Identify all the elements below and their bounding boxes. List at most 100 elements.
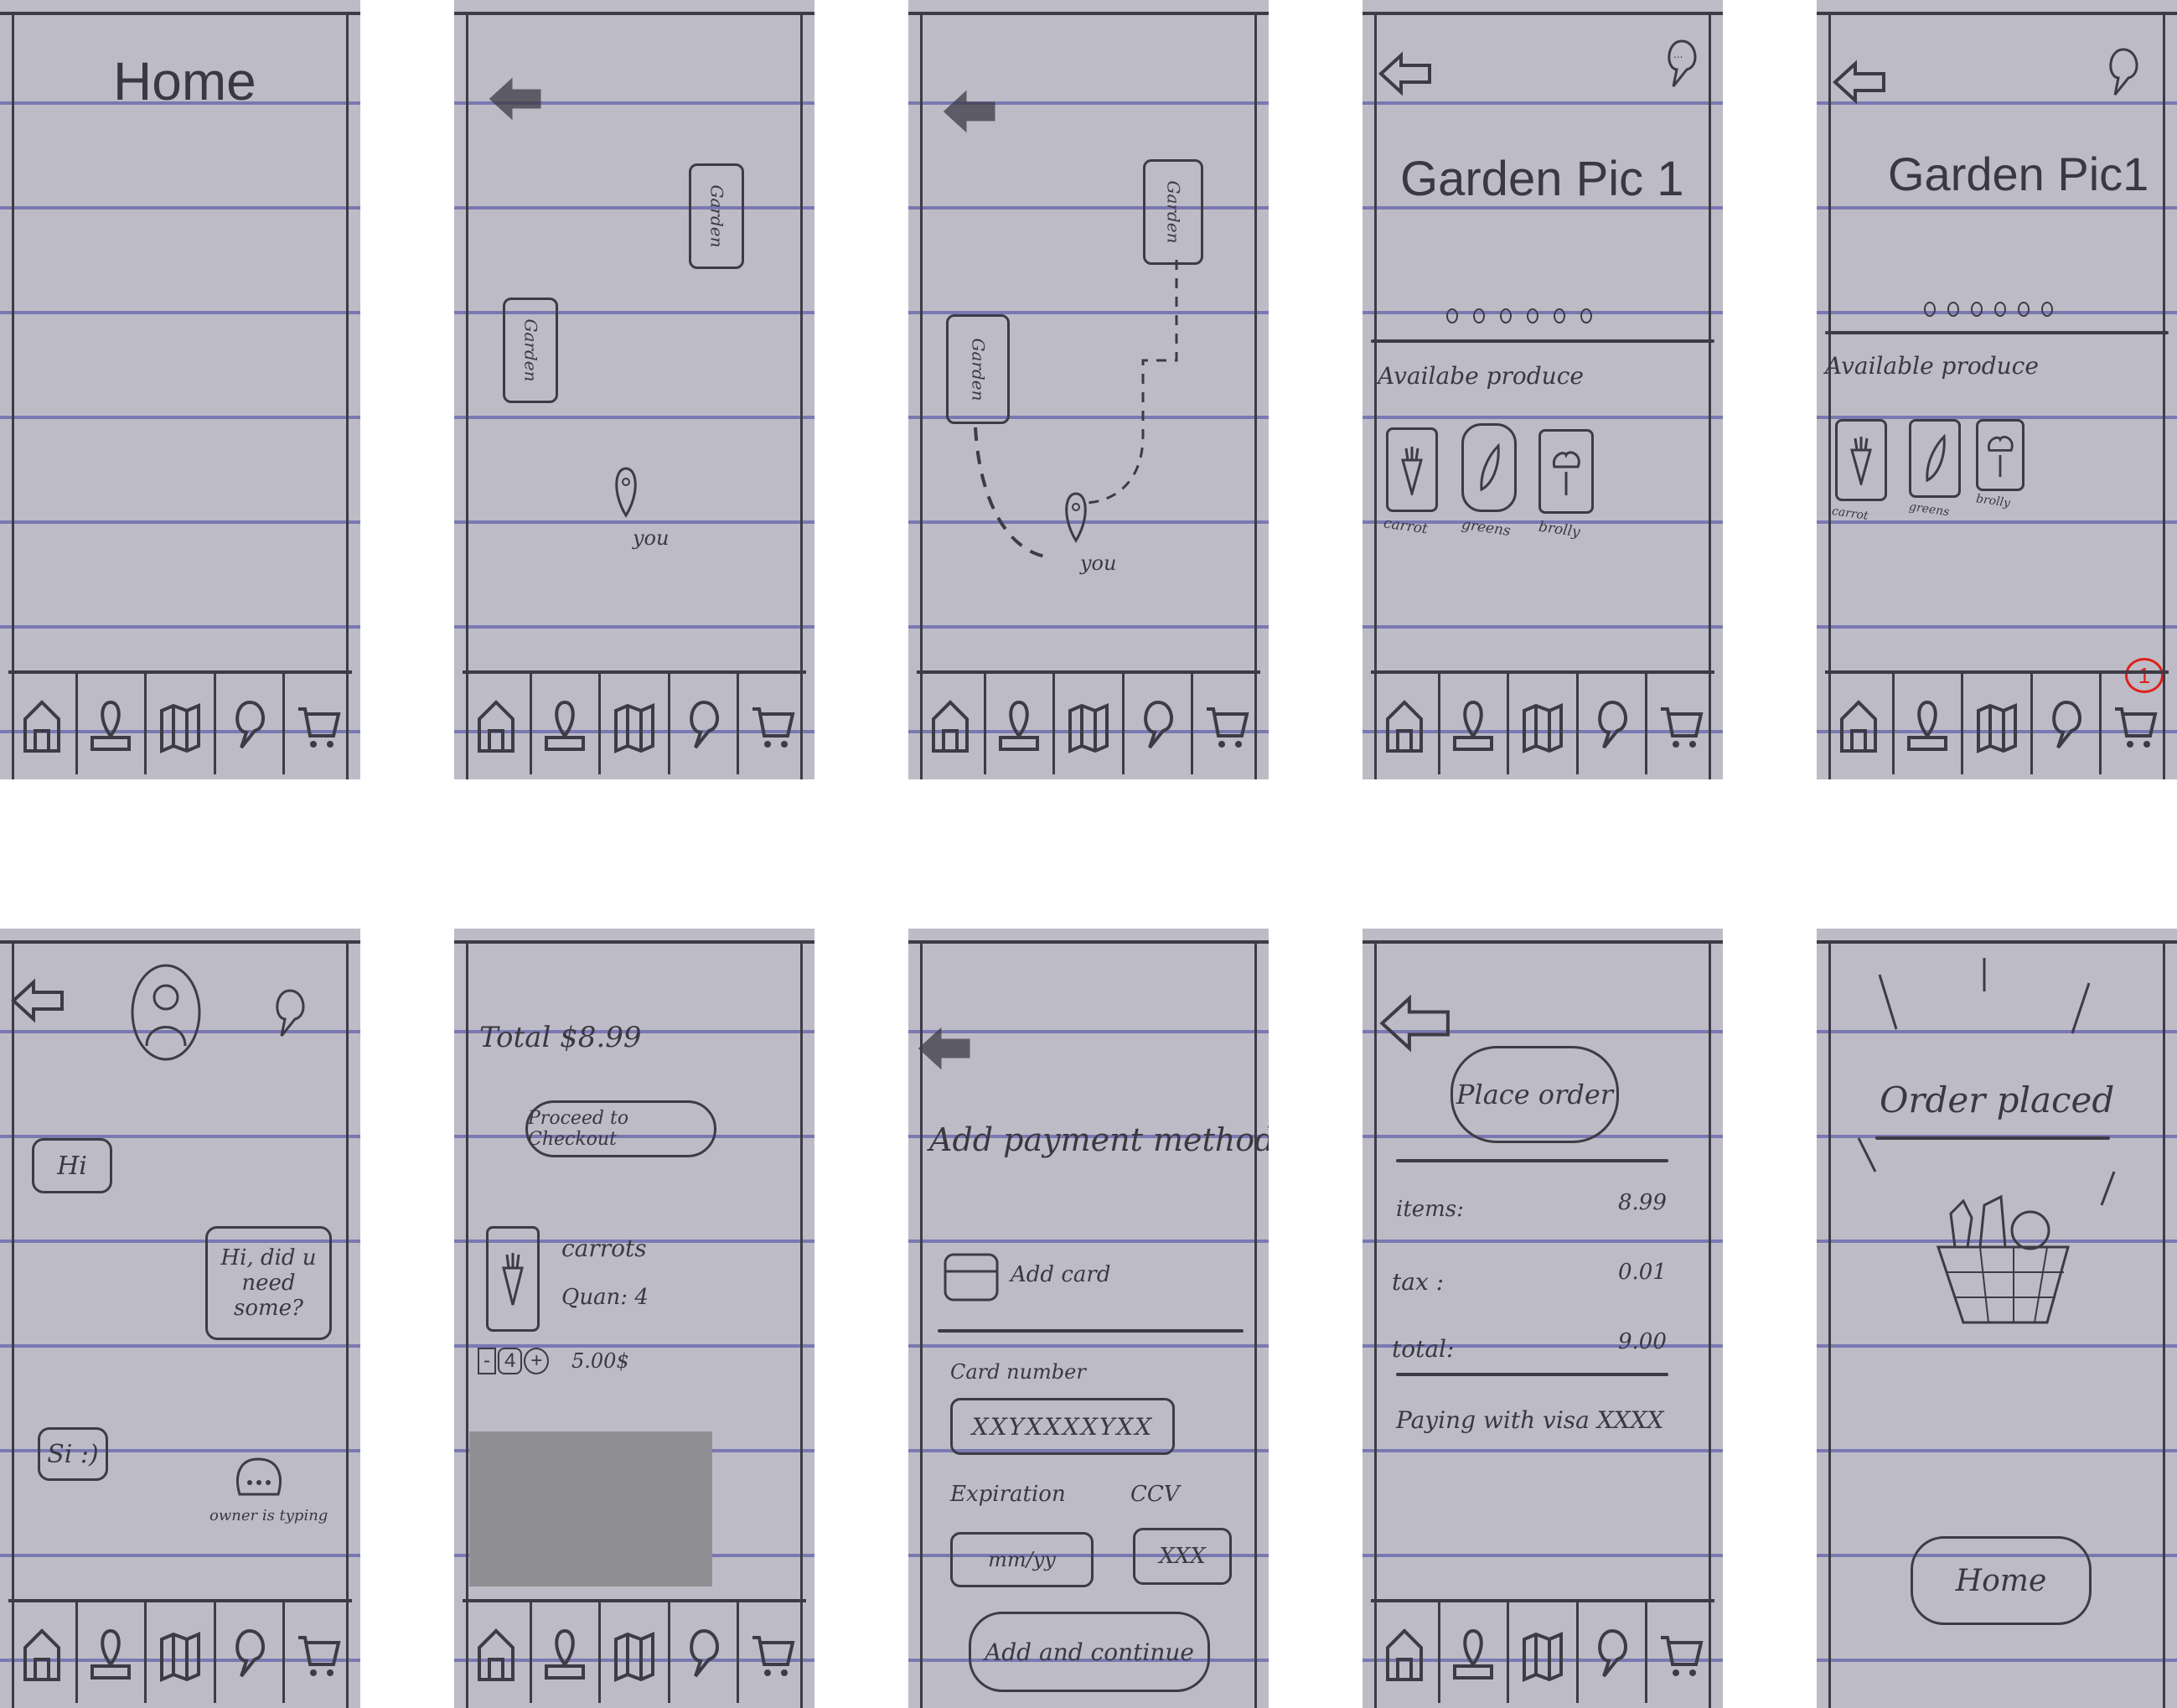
- screen-order-placed: Order placed Home: [1817, 929, 2177, 1708]
- stepper-increment[interactable]: +: [524, 1348, 550, 1374]
- cart-item-image: [486, 1226, 540, 1332]
- nav-gardens[interactable]: [601, 1602, 670, 1703]
- carousel-dot[interactable]: [1580, 308, 1592, 323]
- nav-chat[interactable]: [1125, 674, 1194, 774]
- screen-map: Garden Garden you: [454, 0, 814, 779]
- card-number-field[interactable]: XXYXXXXYXX: [950, 1398, 1175, 1455]
- produce-item-greens[interactable]: [1461, 423, 1517, 512]
- nav-cart[interactable]: [2102, 674, 2169, 774]
- nav-home[interactable]: [1371, 674, 1440, 774]
- back-arrow-icon[interactable]: [488, 75, 545, 122]
- place-order-button[interactable]: Place order: [1450, 1046, 1619, 1143]
- nav-cart[interactable]: [1193, 674, 1260, 774]
- nav-home[interactable]: [8, 1602, 78, 1703]
- nav-cart[interactable]: [1647, 674, 1714, 774]
- nav-cart[interactable]: [285, 674, 352, 774]
- home-icon: [1385, 700, 1423, 753]
- nav-chat[interactable]: [1579, 674, 1648, 774]
- produce-item-carrot[interactable]: [1835, 419, 1887, 501]
- produce-item-broccoli[interactable]: [1976, 419, 2024, 491]
- carousel-dot[interactable]: [2018, 302, 2030, 317]
- chat-icon: [1143, 700, 1173, 749]
- nav-cart[interactable]: [1647, 1602, 1714, 1703]
- proceed-to-checkout-button[interactable]: Proceed to Checkout: [525, 1100, 716, 1157]
- greens-icon: [1926, 433, 1946, 483]
- nav-chat[interactable]: [216, 674, 286, 774]
- nav-home[interactable]: [1371, 1602, 1440, 1703]
- nav-cart[interactable]: [285, 1602, 352, 1703]
- produce-item-carrot[interactable]: [1386, 427, 1438, 512]
- nav-home[interactable]: [463, 674, 532, 774]
- carousel-dot[interactable]: [1446, 308, 1458, 323]
- carousel-dot[interactable]: [1554, 308, 1565, 323]
- home-icon: [23, 700, 60, 753]
- ccv-field[interactable]: XXX: [1133, 1528, 1232, 1585]
- carousel-dot[interactable]: [2041, 302, 2053, 317]
- nav-gardens[interactable]: [147, 1602, 216, 1703]
- nav-map[interactable]: [532, 674, 602, 774]
- nav-map[interactable]: [1440, 1602, 1510, 1703]
- owner-avatar: [131, 964, 201, 1061]
- nav-map[interactable]: [1440, 674, 1510, 774]
- nav-gardens[interactable]: [1509, 674, 1579, 774]
- nav-home[interactable]: [8, 674, 78, 774]
- produce-item-broccoli[interactable]: [1538, 429, 1594, 514]
- nav-cart[interactable]: [739, 674, 806, 774]
- chat-icon[interactable]: [268, 987, 312, 1039]
- stepper-decrement[interactable]: -: [478, 1348, 496, 1374]
- nav-gardens[interactable]: [601, 674, 670, 774]
- back-arrow-icon[interactable]: [1832, 59, 1889, 106]
- garden-marker[interactable]: Garden: [689, 163, 744, 269]
- nav-gardens[interactable]: [147, 674, 216, 774]
- photo-carousel-dots[interactable]: [1924, 302, 2053, 317]
- nav-chat[interactable]: [1579, 1602, 1648, 1703]
- home-icon: [1839, 700, 1877, 753]
- back-arrow-icon[interactable]: [917, 1025, 974, 1072]
- nav-gardens[interactable]: [1963, 674, 2033, 774]
- carousel-dot[interactable]: [1500, 308, 1512, 323]
- bottom-nav: [463, 670, 806, 774]
- margin-line: [1828, 12, 1831, 779]
- nav-map[interactable]: [78, 1602, 147, 1703]
- carousel-dot[interactable]: [1527, 308, 1538, 323]
- nav-gardens[interactable]: [1055, 674, 1125, 774]
- nav-home[interactable]: [463, 1602, 532, 1703]
- carousel-dot[interactable]: [1473, 308, 1485, 323]
- nav-cart[interactable]: [739, 1602, 806, 1703]
- nav-gardens[interactable]: [1509, 1602, 1579, 1703]
- carousel-dot[interactable]: [1971, 302, 1983, 317]
- nav-home[interactable]: [917, 674, 986, 774]
- nav-chat[interactable]: [216, 1602, 286, 1703]
- nav-map[interactable]: [78, 674, 147, 774]
- nav-map[interactable]: [986, 674, 1056, 774]
- nav-home[interactable]: [1825, 674, 1895, 774]
- garden-map-icon: [613, 702, 654, 754]
- margin-line: [1374, 940, 1377, 1708]
- carousel-dot[interactable]: [1994, 302, 2006, 317]
- nav-map[interactable]: [1895, 674, 1964, 774]
- chat-icon: [1597, 1628, 1627, 1678]
- garden-marker[interactable]: Garden: [503, 298, 558, 403]
- produce-item-greens[interactable]: [1909, 419, 1961, 498]
- back-arrow-icon[interactable]: [1378, 50, 1435, 97]
- carousel-dot[interactable]: [1947, 302, 1959, 317]
- back-arrow-icon[interactable]: [10, 977, 67, 1024]
- tax-label: tax :: [1392, 1268, 1445, 1296]
- chat-icon[interactable]: ...: [1660, 38, 1704, 90]
- quantity-stepper[interactable]: - 4 +: [478, 1348, 550, 1374]
- garden-label: Garden: [520, 318, 541, 382]
- nav-chat[interactable]: [2033, 674, 2102, 774]
- nav-chat[interactable]: [670, 1602, 740, 1703]
- add-and-continue-button[interactable]: Add and continue: [969, 1612, 1210, 1692]
- back-arrow-icon[interactable]: [1378, 991, 1455, 1055]
- photo-carousel-dots[interactable]: [1446, 308, 1592, 323]
- chat-icon[interactable]: [2102, 46, 2145, 98]
- nav-chat[interactable]: [670, 674, 740, 774]
- cart-total: Total $8.99: [479, 1021, 642, 1054]
- home-button[interactable]: Home: [1911, 1536, 2092, 1625]
- expiration-field[interactable]: mm/yy: [950, 1532, 1094, 1587]
- carousel-dot[interactable]: [1924, 302, 1936, 317]
- nav-map[interactable]: [532, 1602, 602, 1703]
- total-value: 9.00: [1618, 1329, 1667, 1354]
- add-card-button[interactable]: Add card: [1011, 1262, 1110, 1287]
